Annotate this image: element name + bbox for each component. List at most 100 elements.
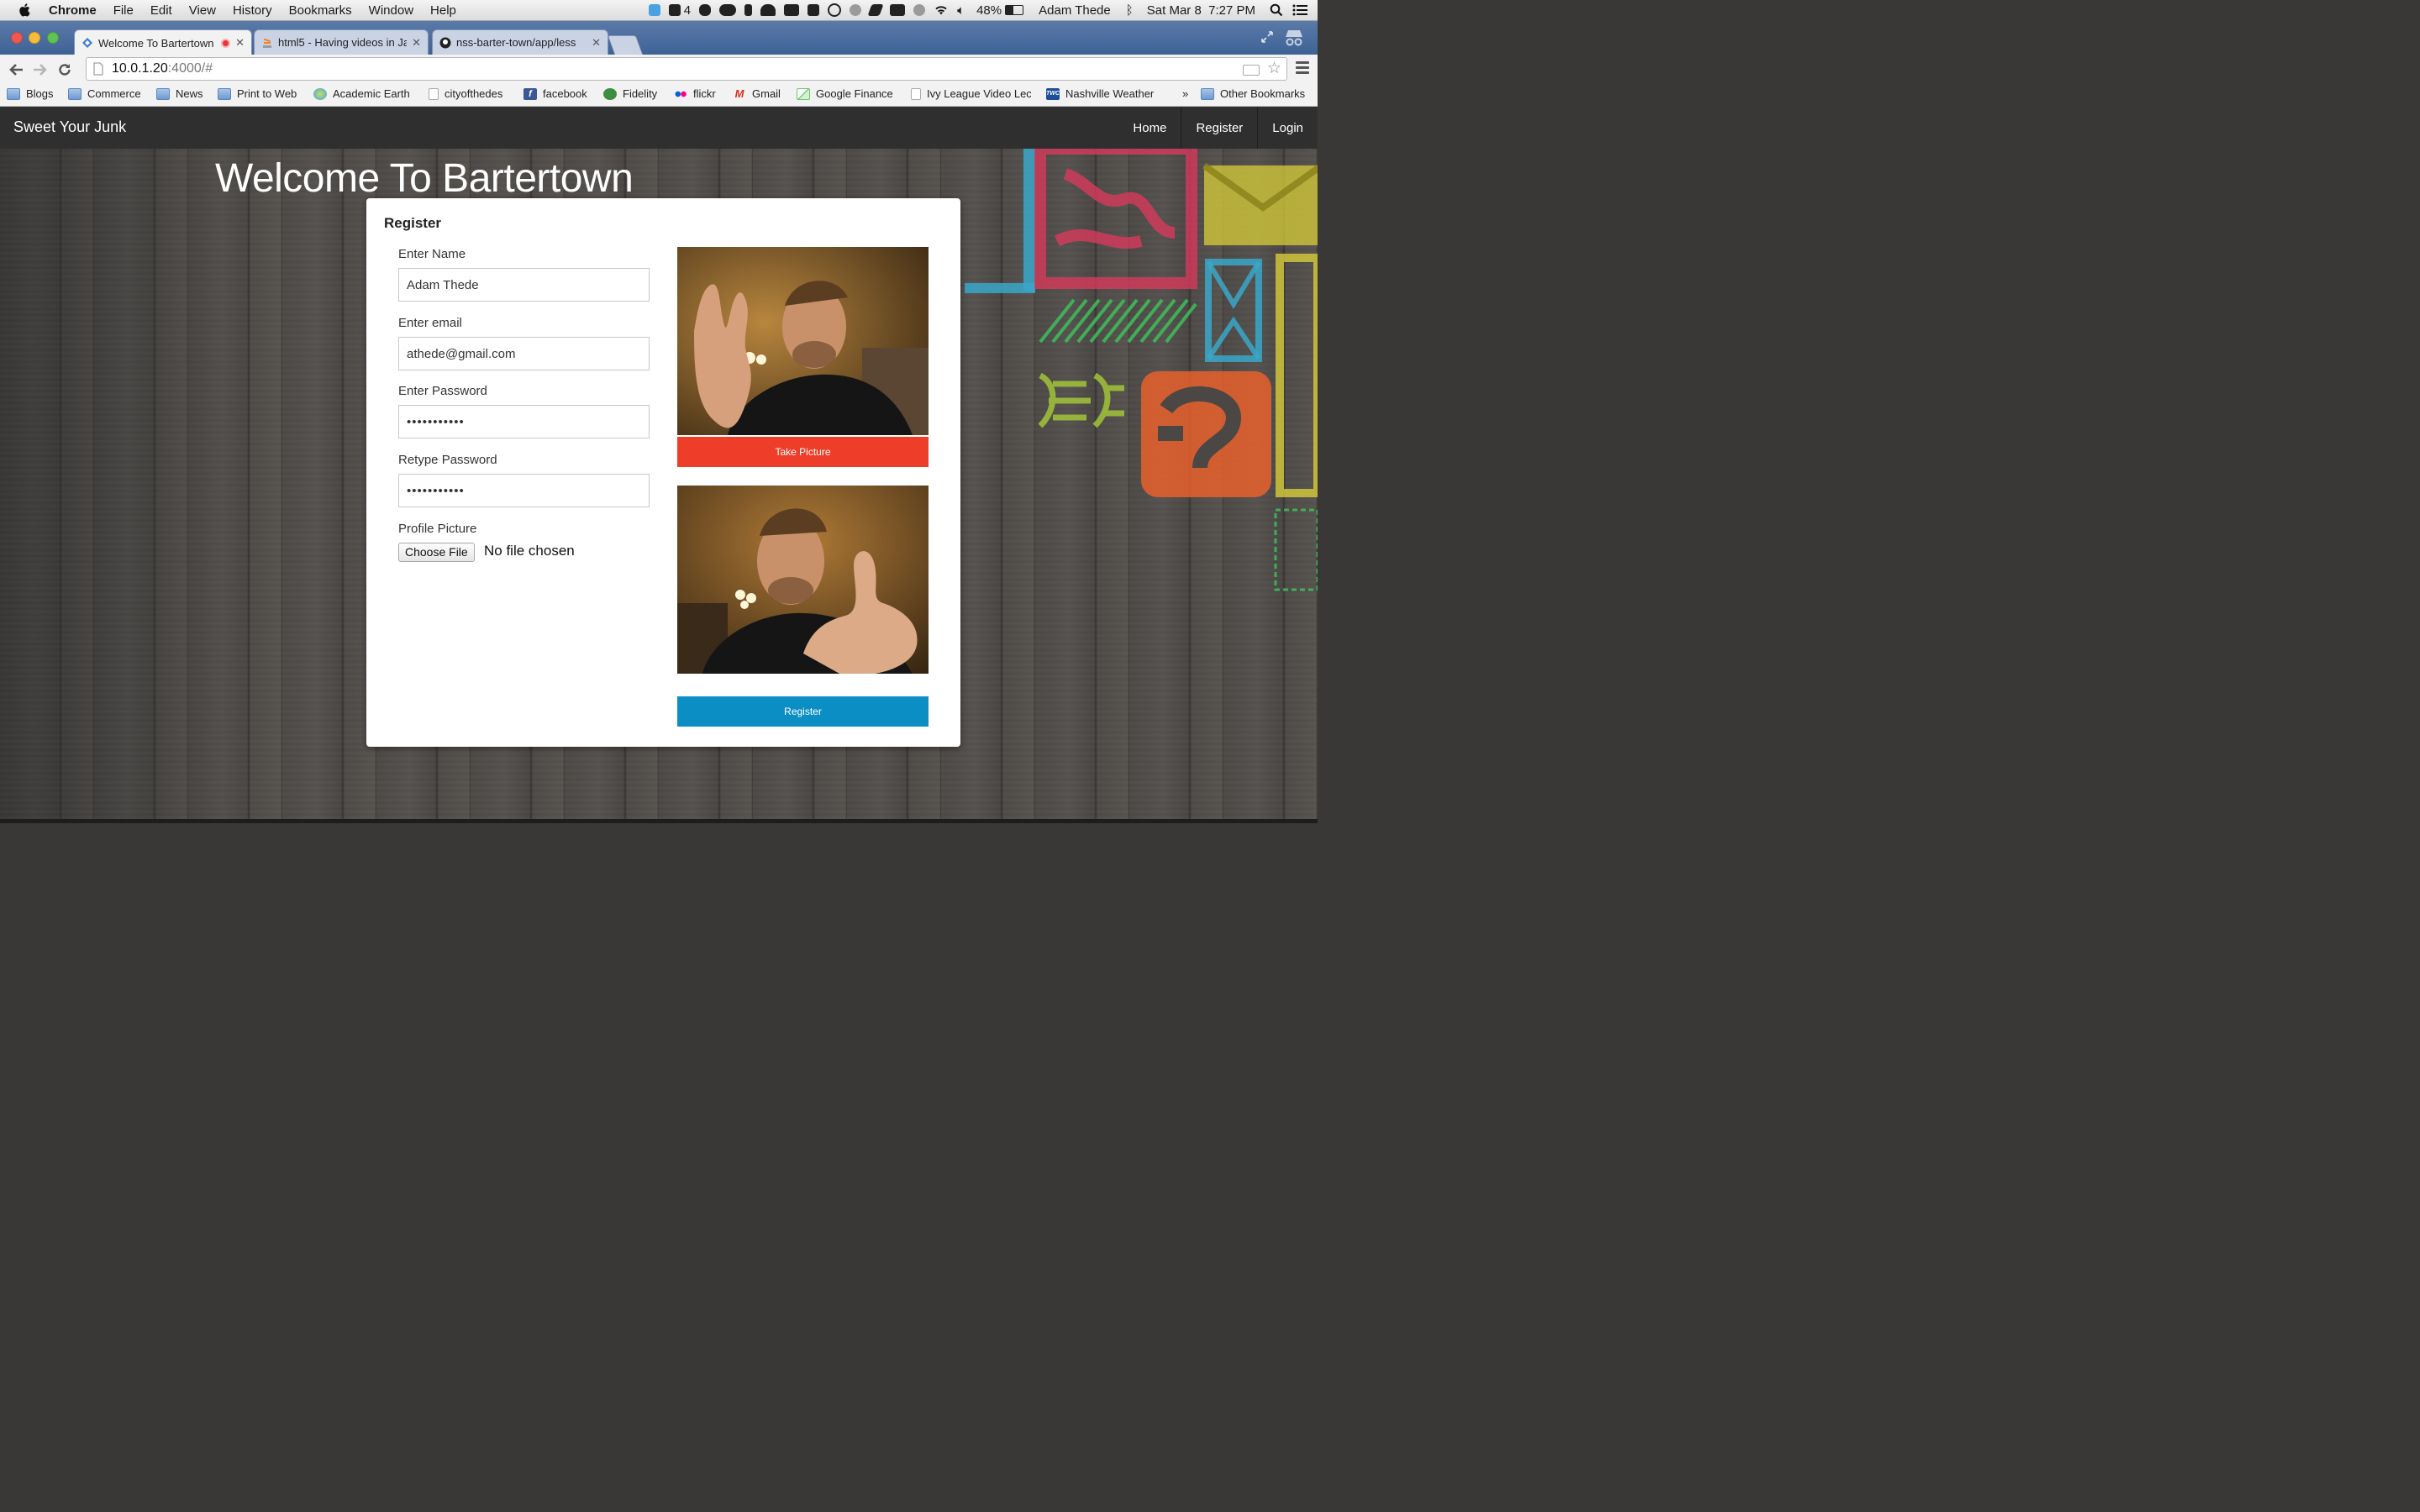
- file-status: No file chosen: [484, 543, 575, 559]
- back-arrow-icon: [9, 63, 23, 76]
- bookmark-academic-earth[interactable]: Academic Earth: [313, 87, 410, 100]
- tab-github[interactable]: nss-barter-town/app/less ✕: [432, 29, 608, 55]
- evernote-icon[interactable]: [699, 4, 712, 16]
- tab-close-icon[interactable]: ✕: [592, 36, 601, 50]
- kindle-icon[interactable]: [808, 4, 820, 16]
- back-button[interactable]: [8, 61, 24, 78]
- bookmark-nashville-weather[interactable]: TWC Nashville Weather: [1046, 87, 1154, 100]
- recording-indicator-icon: [221, 38, 231, 48]
- bookmark-fidelity[interactable]: Fidelity: [603, 87, 657, 100]
- password-label: Enter Password: [398, 384, 487, 398]
- bookmark-flickr[interactable]: flickr: [674, 87, 716, 100]
- retype-password-field[interactable]: [398, 474, 650, 507]
- bookmark-blogs[interactable]: Blogs: [7, 87, 54, 100]
- panel-title: Register: [384, 215, 442, 231]
- time-machine-icon[interactable]: [913, 4, 926, 16]
- spotlight-search-icon[interactable]: [1269, 3, 1284, 17]
- github-favicon: [439, 37, 451, 48]
- bookmark-star-icon[interactable]: ☆: [1267, 60, 1281, 76]
- site-nav-links: Home Register Login: [1118, 107, 1318, 149]
- dropbox-icon[interactable]: [648, 4, 660, 16]
- menu-history[interactable]: History: [233, 3, 272, 18]
- nav-home[interactable]: Home: [1118, 107, 1181, 149]
- cloud-icon[interactable]: [719, 4, 737, 16]
- choose-file-button[interactable]: Choose File: [398, 543, 475, 562]
- decorative-pattern-art: [965, 149, 1318, 591]
- home-icon[interactable]: [890, 4, 906, 16]
- folder-icon: [7, 87, 20, 100]
- tab-html5[interactable]: html5 - Having videos in Ja ✕: [254, 29, 429, 55]
- password-field[interactable]: [398, 405, 650, 438]
- register-panel: Register Enter Name Enter email Enter Pa…: [366, 198, 960, 747]
- window-close-button[interactable]: [11, 32, 23, 44]
- volume-icon[interactable]: 🔈︎: [957, 3, 965, 18]
- page-title: Welcome To Bartertown: [215, 156, 634, 201]
- nav-login[interactable]: Login: [1257, 107, 1318, 149]
- menu-bookmarks[interactable]: Bookmarks: [289, 3, 352, 18]
- bookmark-icon[interactable]: [744, 4, 753, 16]
- bookmark-label: cityofthedes: [445, 87, 503, 100]
- bookmark-ivy-league[interactable]: Ivy League Video Lec: [911, 87, 1031, 100]
- tab-close-icon[interactable]: ✕: [412, 36, 421, 50]
- menu-chrome[interactable]: Chrome: [49, 3, 97, 18]
- bookmark-facebook[interactable]: f facebook: [523, 87, 587, 100]
- tab-label: Welcome To Bartertown: [98, 36, 214, 50]
- menu-window[interactable]: Window: [369, 3, 413, 18]
- clock[interactable]: Sat Mar 8 7:27 PM: [1147, 3, 1255, 18]
- menu-view[interactable]: View: [189, 3, 216, 18]
- bookmark-commerce[interactable]: Commerce: [68, 87, 141, 100]
- bookmark-other-bookmarks[interactable]: Other Bookmarks: [1201, 87, 1305, 100]
- adobe-icon[interactable]: [668, 4, 681, 16]
- stripes-icon[interactable]: [867, 4, 884, 16]
- chrome-menu-icon[interactable]: [1296, 61, 1309, 75]
- bookmarks-overflow-chevron[interactable]: »: [1182, 87, 1188, 100]
- nav-register[interactable]: Register: [1181, 107, 1257, 149]
- menu-help[interactable]: Help: [430, 3, 456, 18]
- profile-picture-label: Profile Picture: [398, 522, 477, 536]
- bookmark-print-to-web[interactable]: Print to Web: [218, 87, 297, 100]
- gmail-icon: M: [734, 87, 744, 100]
- menu-file[interactable]: File: [113, 3, 134, 18]
- bookmark-label: Google Finance: [816, 87, 893, 100]
- bookmark-google-finance[interactable]: Google Finance: [797, 87, 893, 100]
- globe-icon: [313, 87, 327, 100]
- address-bar[interactable]: 10.0.1.20 :4000/# ☆: [86, 57, 1287, 81]
- name-field[interactable]: [398, 268, 650, 302]
- bookmark-label: News: [176, 87, 203, 100]
- bookmark-news[interactable]: News: [156, 87, 203, 100]
- bell-icon[interactable]: [850, 4, 862, 16]
- tab-label: nss-barter-town/app/less: [456, 36, 576, 49]
- chevron-icon: »: [1182, 87, 1189, 100]
- bookmark-cityofthedes[interactable]: cityofthedes: [429, 87, 502, 100]
- bookmark-label: Fidelity: [623, 87, 658, 100]
- move-icon[interactable]: [828, 3, 842, 17]
- notification-center-icon[interactable]: [1292, 3, 1307, 17]
- camera-indicator-icon[interactable]: [1243, 65, 1260, 76]
- reload-button[interactable]: [56, 61, 73, 78]
- window-zoom-button[interactable]: [47, 32, 59, 44]
- tab-welcome[interactable]: Welcome To Bartertown ✕: [74, 29, 252, 55]
- folder-icon: [68, 87, 82, 100]
- site-brand[interactable]: Sweet Your Junk: [13, 118, 126, 136]
- tab-close-icon[interactable]: ✕: [235, 36, 245, 50]
- window-minimize-button[interactable]: [29, 32, 40, 44]
- bluetooth-icon[interactable]: ᛒ: [1126, 3, 1134, 18]
- bookmark-label: Ivy League Video Lec: [927, 87, 1031, 100]
- stackoverflow-favicon: [263, 38, 271, 48]
- chart-icon: [797, 87, 810, 100]
- forward-button[interactable]: [32, 61, 49, 78]
- truck-icon[interactable]: [784, 4, 800, 16]
- wifi-icon[interactable]: [934, 3, 949, 17]
- new-tab-button[interactable]: [607, 35, 644, 55]
- bookmark-gmail[interactable]: M Gmail: [733, 87, 781, 100]
- menu-edit[interactable]: Edit: [150, 3, 172, 18]
- user-name[interactable]: Adam Thede: [1039, 3, 1111, 18]
- register-button[interactable]: Register: [677, 696, 929, 727]
- take-picture-button[interactable]: Take Picture: [677, 437, 929, 467]
- email-field[interactable]: [398, 337, 650, 370]
- fullscreen-icon[interactable]: [1260, 30, 1274, 44]
- bowler-hat-icon[interactable]: [760, 4, 776, 16]
- battery-icon[interactable]: [1005, 5, 1024, 15]
- apple-icon[interactable]: [17, 2, 34, 18]
- diamond-favicon: [82, 38, 92, 48]
